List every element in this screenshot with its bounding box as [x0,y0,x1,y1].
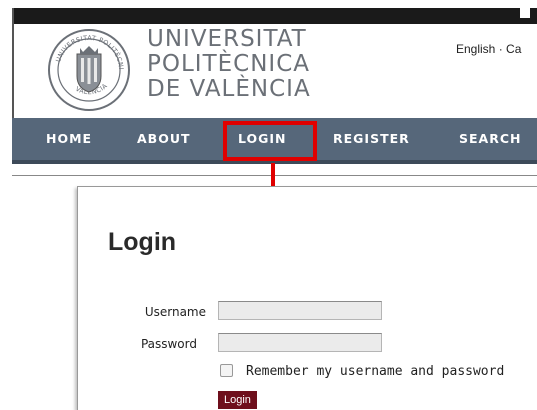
username-field[interactable] [218,301,382,320]
university-seal-icon[interactable]: UNIVERSITAT POLITÈCNICA VALENCIA [47,28,131,112]
logo-line-1: UNIVERSITAT [147,26,307,52]
password-field[interactable] [218,333,382,352]
logo-line-3: DE VALÈNCIA [147,76,311,102]
remember-checkbox[interactable] [220,364,233,377]
university-name-logo[interactable]: UNIVERSITAT POLITÈCNICA DE VALÈNCIA [147,27,311,102]
nav-home[interactable]: HOME [46,118,92,160]
language-switcher[interactable]: English · Ca [456,42,521,56]
remember-label: Remember my username and password [246,364,505,379]
nav-register[interactable]: REGISTER [333,118,410,160]
login-highlight-box [223,121,317,161]
nav-about[interactable]: ABOUT [137,118,191,160]
header-top-gap [520,8,530,18]
password-label: Password [140,337,197,351]
login-submit-button[interactable]: Login [218,391,257,409]
logo-line-2: POLITÈCNICA [147,51,310,77]
header-top-bar [12,8,537,24]
login-title: Login [108,228,177,256]
nav-search[interactable]: SEARCH [459,118,521,160]
username-label: Username [144,305,206,319]
